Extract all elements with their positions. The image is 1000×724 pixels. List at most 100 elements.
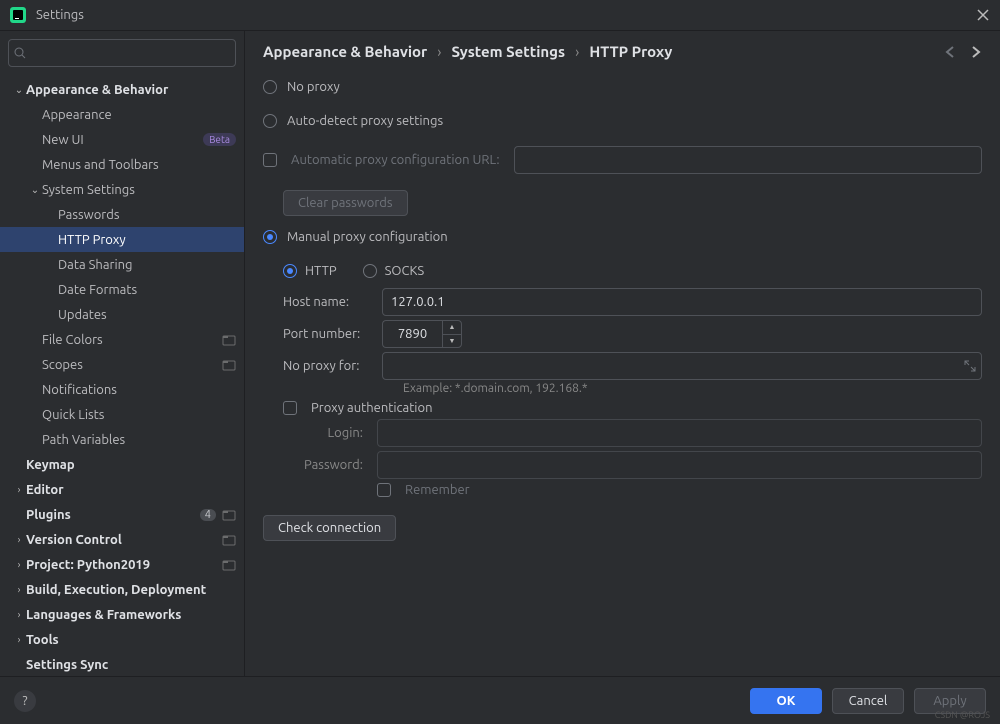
main-panel: Appearance & Behavior › System Settings … bbox=[245, 31, 1000, 676]
tree-item-label: Plugins bbox=[26, 508, 194, 522]
tree-item-label: File Colors bbox=[42, 333, 216, 347]
tree-item-label: Project: Python2019 bbox=[26, 558, 216, 572]
radio-no-proxy[interactable]: No proxy bbox=[263, 74, 982, 100]
tree-item-label: Tools bbox=[26, 633, 236, 647]
breadcrumb: Appearance & Behavior › System Settings … bbox=[263, 43, 982, 60]
tree-item-label: Keymap bbox=[26, 458, 236, 472]
tree-item[interactable]: Path Variables bbox=[0, 427, 244, 452]
breadcrumb-a[interactable]: Appearance & Behavior bbox=[263, 43, 427, 60]
tree-item-label: System Settings bbox=[42, 183, 236, 197]
clear-passwords-button: Clear passwords bbox=[283, 190, 408, 216]
tree-item-label: Version Control bbox=[26, 533, 216, 547]
tree-item[interactable]: New UI Beta bbox=[0, 127, 244, 152]
proxy-auth-checkbox[interactable] bbox=[283, 401, 297, 415]
tree-item[interactable]: ›Editor bbox=[0, 477, 244, 502]
login-input bbox=[377, 419, 982, 447]
tree-item[interactable]: Passwords bbox=[0, 202, 244, 227]
tree-item[interactable]: Keymap bbox=[0, 452, 244, 477]
radio-manual[interactable]: Manual proxy configuration bbox=[263, 224, 982, 250]
port-input[interactable] bbox=[382, 320, 442, 348]
forward-icon[interactable] bbox=[968, 45, 982, 59]
tree-item-label: New UI bbox=[42, 133, 197, 147]
host-input[interactable] bbox=[382, 288, 982, 316]
tree-item-label: Build, Execution, Deployment bbox=[26, 583, 236, 597]
help-button[interactable]: ? bbox=[14, 690, 36, 712]
tree-item[interactable]: Menus and Toolbars bbox=[0, 152, 244, 177]
chevron-right-icon[interactable]: › bbox=[12, 559, 26, 570]
no-proxy-for-label: No proxy for: bbox=[283, 359, 368, 373]
spinner-up-icon[interactable]: ▲ bbox=[443, 321, 461, 335]
tree-item[interactable]: ›Version Control bbox=[0, 527, 244, 552]
no-proxy-example: Example: *.domain.com, 192.168.* bbox=[403, 382, 982, 395]
titlebar: Settings bbox=[0, 0, 1000, 30]
ok-button[interactable]: OK bbox=[750, 688, 822, 714]
tree-item-label: Editor bbox=[26, 483, 236, 497]
radio-http[interactable]: HTTP bbox=[283, 264, 337, 278]
password-label: Password: bbox=[293, 458, 363, 472]
tree-item[interactable]: Notifications bbox=[0, 377, 244, 402]
chevron-right-icon[interactable]: › bbox=[12, 584, 26, 595]
tree-item-label: Notifications bbox=[42, 383, 236, 397]
radio-socks[interactable]: SOCKS bbox=[363, 264, 425, 278]
tree-item-label: HTTP Proxy bbox=[58, 233, 236, 247]
tree-item[interactable]: ⌄System Settings bbox=[0, 177, 244, 202]
chevron-down-icon[interactable]: ⌄ bbox=[28, 184, 42, 196]
back-icon[interactable] bbox=[944, 45, 958, 59]
tree-item[interactable]: ›Project: Python2019 bbox=[0, 552, 244, 577]
tree-item-label: Date Formats bbox=[58, 283, 236, 297]
tree-item[interactable]: Updates bbox=[0, 302, 244, 327]
beta-badge: Beta bbox=[203, 133, 236, 146]
cancel-button[interactable]: Cancel bbox=[832, 688, 904, 714]
breadcrumb-c: HTTP Proxy bbox=[589, 43, 672, 60]
chevron-down-icon[interactable]: ⌄ bbox=[12, 84, 26, 96]
chevron-right-icon[interactable]: › bbox=[12, 484, 26, 495]
tree-item[interactable]: ›Tools bbox=[0, 627, 244, 652]
tree-item[interactable]: Scopes bbox=[0, 352, 244, 377]
tree-item[interactable]: Data Sharing bbox=[0, 252, 244, 277]
expand-icon[interactable] bbox=[964, 360, 976, 372]
tree-item[interactable]: Plugins 4 bbox=[0, 502, 244, 527]
tree-item-label: Quick Lists bbox=[42, 408, 236, 422]
password-input bbox=[377, 451, 982, 479]
host-label: Host name: bbox=[283, 295, 368, 309]
port-spinner[interactable]: ▲▼ bbox=[382, 320, 462, 348]
count-badge: 4 bbox=[200, 509, 216, 521]
close-icon[interactable] bbox=[976, 8, 990, 22]
chevron-right-icon[interactable]: › bbox=[12, 634, 26, 645]
spinner-down-icon[interactable]: ▼ bbox=[443, 335, 461, 348]
tree-item-label: Languages & Frameworks bbox=[26, 608, 236, 622]
tree-item[interactable]: ›Build, Execution, Deployment bbox=[0, 577, 244, 602]
tree-item-label: Scopes bbox=[42, 358, 216, 372]
sidebar: ⌄Appearance & BehaviorAppearanceNew UIBe… bbox=[0, 31, 245, 676]
search-icon bbox=[14, 47, 26, 59]
tree-item[interactable]: ›Languages & Frameworks bbox=[0, 602, 244, 627]
tree-item[interactable]: Appearance bbox=[0, 102, 244, 127]
window-title: Settings bbox=[36, 8, 84, 22]
tree-item-label: Passwords bbox=[58, 208, 236, 222]
tree-item[interactable]: HTTP Proxy bbox=[0, 227, 244, 252]
radio-auto-detect[interactable]: Auto-detect proxy settings bbox=[263, 108, 982, 134]
app-icon bbox=[10, 7, 26, 23]
chevron-right-icon: › bbox=[437, 43, 441, 60]
tree-item-label: Appearance & Behavior bbox=[26, 83, 236, 97]
tree-item[interactable]: Quick Lists bbox=[0, 402, 244, 427]
chevron-right-icon: › bbox=[575, 43, 579, 60]
breadcrumb-b[interactable]: System Settings bbox=[451, 43, 565, 60]
tree-item[interactable]: Date Formats bbox=[0, 277, 244, 302]
port-label: Port number: bbox=[283, 327, 368, 341]
remember-checkbox bbox=[377, 483, 391, 497]
dialog-footer: ? OK Cancel Apply bbox=[0, 676, 1000, 724]
tree-item[interactable]: Settings Sync bbox=[0, 652, 244, 676]
auto-url-checkbox bbox=[263, 153, 277, 167]
no-proxy-for-input[interactable] bbox=[382, 352, 982, 380]
check-connection-button[interactable]: Check connection bbox=[263, 515, 396, 541]
chevron-right-icon[interactable]: › bbox=[12, 609, 26, 620]
tree-item-label: Appearance bbox=[42, 108, 236, 122]
tree-item-label: Updates bbox=[58, 308, 236, 322]
auto-url-row: Automatic proxy configuration URL: bbox=[263, 146, 982, 174]
chevron-right-icon[interactable]: › bbox=[12, 534, 26, 545]
tree-item[interactable]: File Colors bbox=[0, 327, 244, 352]
search-input[interactable] bbox=[8, 39, 236, 67]
tree-item[interactable]: ⌄Appearance & Behavior bbox=[0, 77, 244, 102]
tree-item-label: Menus and Toolbars bbox=[42, 158, 236, 172]
